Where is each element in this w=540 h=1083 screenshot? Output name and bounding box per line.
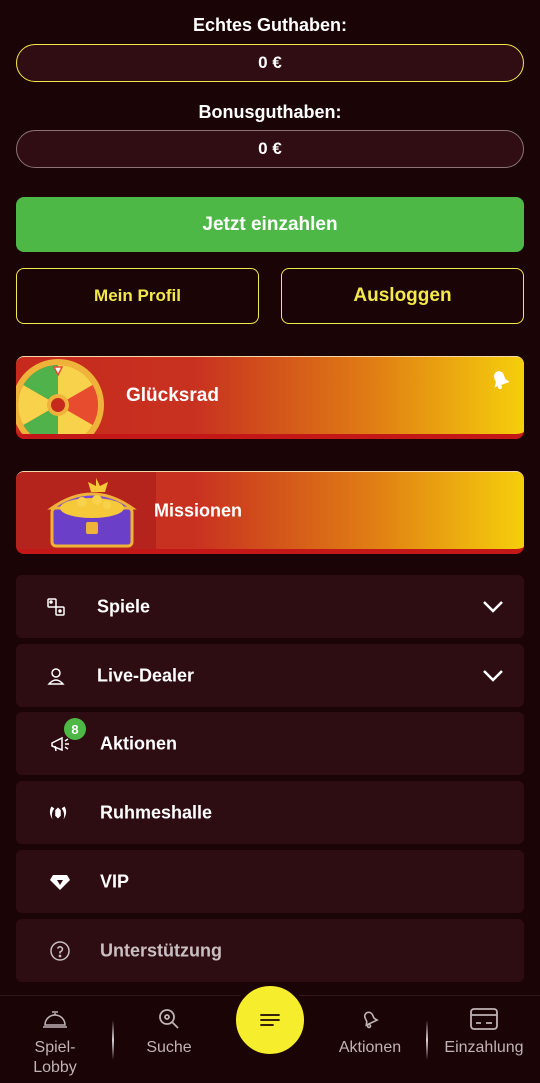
- chevron-down-icon[interactable]: [482, 669, 504, 683]
- nav-item-promotions[interactable]: Aktionen: [320, 1004, 420, 1058]
- games-icon: [44, 595, 68, 619]
- nav-item-label: Suche: [146, 1039, 192, 1056]
- deposit-button[interactable]: Jetzt einzahlen: [16, 197, 524, 252]
- wheel-of-fortune-card[interactable]: Glücksrad: [16, 356, 524, 439]
- menu-item-hall-of-fame[interactable]: Ruhmeshalle: [16, 781, 524, 844]
- missions-label: Missionen: [154, 500, 243, 520]
- nav-item-deposit[interactable]: Einzahlung: [434, 1004, 534, 1058]
- chevron-down-icon[interactable]: [482, 600, 504, 614]
- menu-item-support[interactable]: Unterstützung: [16, 919, 524, 982]
- bonus-balance-field: 0 €: [16, 130, 524, 168]
- logout-button[interactable]: Ausloggen: [281, 268, 524, 324]
- missions-card[interactable]: Missionen: [16, 471, 524, 554]
- profile-button[interactable]: Mein Profil: [16, 268, 259, 324]
- menu-item-label: Spiele: [97, 596, 151, 616]
- dealer-icon: [44, 664, 68, 688]
- promotions-count-badge: 8: [64, 718, 86, 740]
- bell-icon: [363, 1011, 379, 1029]
- menu-item-label: VIP: [100, 871, 130, 891]
- nav-item-game-lobby[interactable]: Spiel- Lobby: [5, 1004, 105, 1078]
- menu-item-label: Unterstützung: [100, 940, 222, 960]
- menu-item-games[interactable]: Spiele: [16, 575, 524, 638]
- menu-item-live-dealer[interactable]: Live-Dealer: [16, 644, 524, 707]
- real-balance-label: Echtes Guthaben:: [192, 15, 348, 35]
- help-icon: [48, 939, 72, 963]
- menu-item-label: Live-Dealer: [97, 665, 195, 685]
- nav-divider: [426, 1020, 428, 1060]
- treasure-chest-icon: [47, 478, 137, 548]
- menu-item-vip[interactable]: VIP: [16, 850, 524, 913]
- menu-item-label: Ruhmeshalle: [100, 802, 213, 822]
- nav-divider: [112, 1020, 114, 1060]
- search-icon: [159, 1009, 179, 1029]
- nav-item-search[interactable]: Suche: [119, 1004, 219, 1058]
- menu-fab-button[interactable]: [232, 982, 308, 1058]
- card-icon: [470, 1008, 498, 1030]
- real-balance-field: 0 €: [16, 44, 524, 82]
- laurel-icon: [46, 801, 70, 825]
- menu-item-promotions[interactable]: 8 Aktionen: [16, 712, 524, 775]
- account-menu-page: Echtes Guthaben: 0 € Bonusguthaben: 0 € …: [0, 0, 540, 1083]
- menu-item-label: Aktionen: [100, 733, 178, 753]
- wheel-of-fortune-label: Glücksrad: [126, 384, 219, 406]
- nav-item-label: Einzahlung: [444, 1039, 524, 1056]
- wheel-of-fortune-icon: [16, 359, 104, 434]
- nav-item-label: Aktionen: [338, 1039, 402, 1056]
- notification-bell-icon: [493, 371, 510, 389]
- nav-item-label: Spiel- Lobby: [33, 1039, 77, 1076]
- bell-desk-icon: [43, 1011, 67, 1028]
- diamond-icon: [48, 870, 72, 894]
- menu-lines-icon: [260, 1014, 280, 1026]
- bonus-balance-label: Bonusguthaben:: [198, 102, 342, 122]
